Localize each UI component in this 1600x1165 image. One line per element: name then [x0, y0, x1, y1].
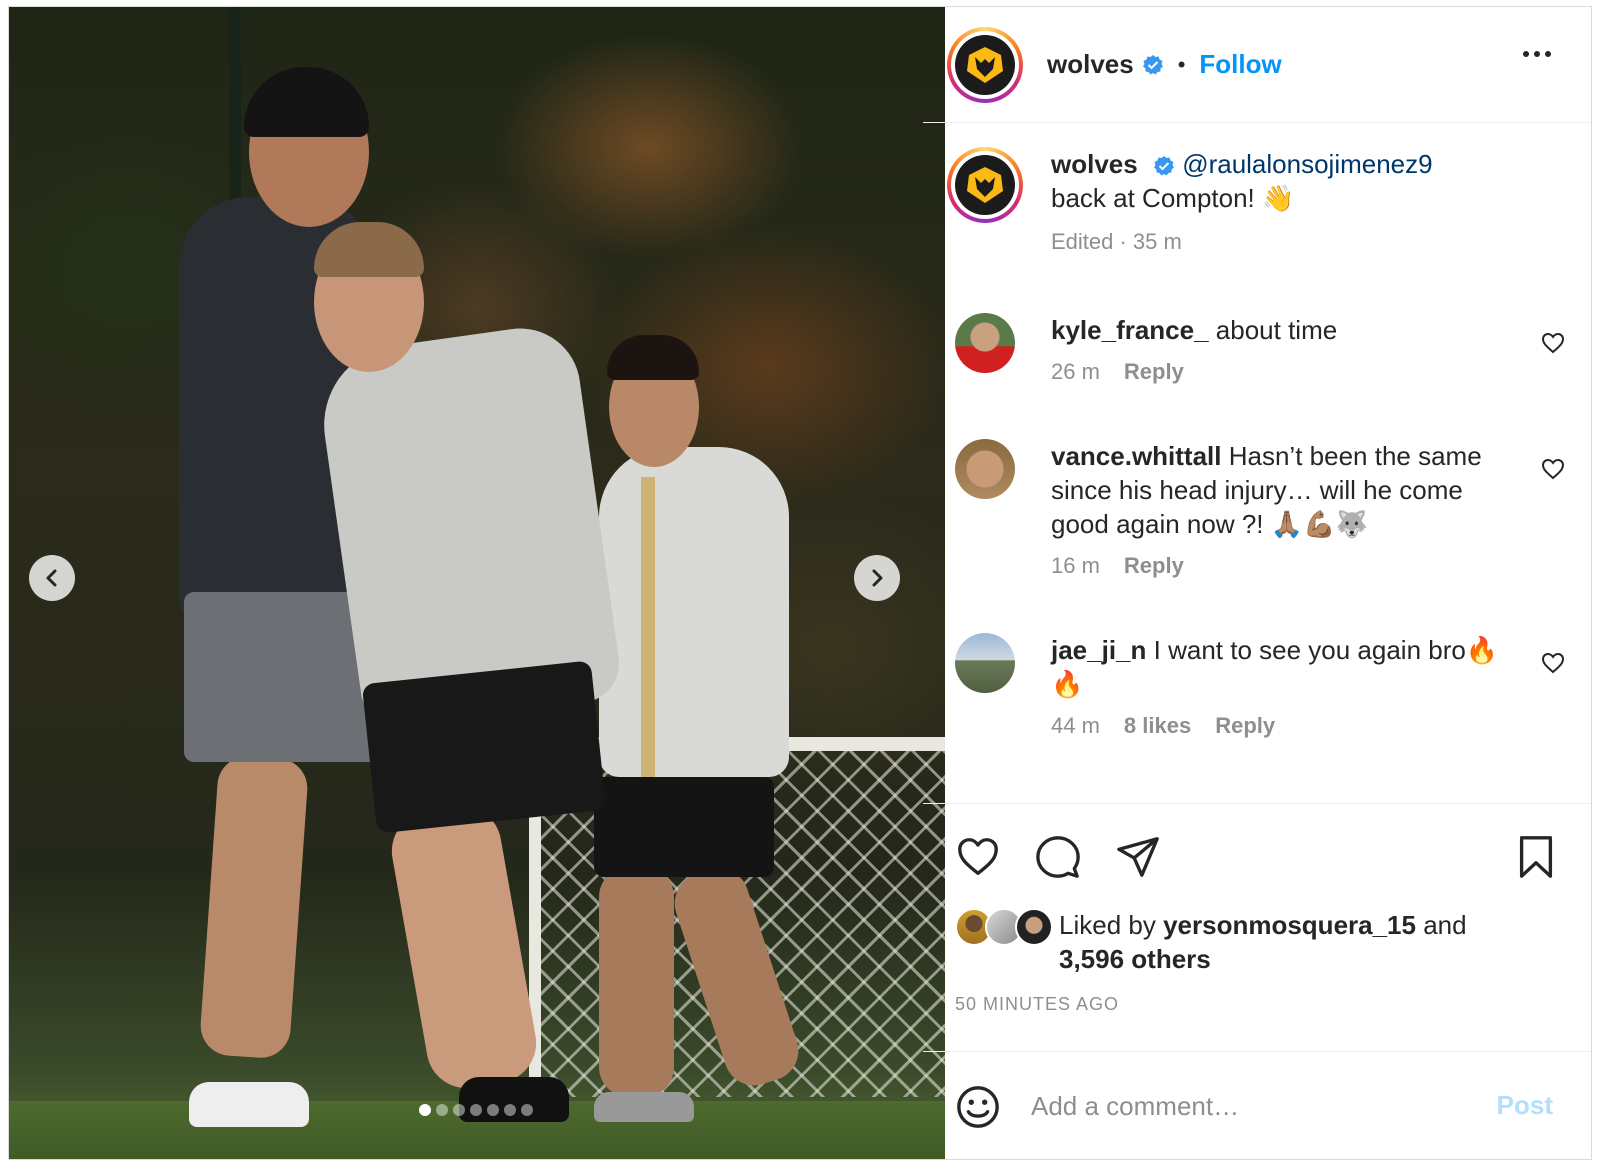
follow-button[interactable]: Follow	[1199, 49, 1281, 80]
header-username[interactable]: wolves	[1047, 49, 1134, 80]
wolves-logo-icon	[955, 34, 1015, 95]
post-details-panel: wolves • Follow wolves @raulalonsojimene…	[923, 7, 1591, 1159]
comment-time: 16 m	[1051, 553, 1100, 578]
carousel-dot	[453, 1104, 465, 1116]
comment-likes-count[interactable]: 8 likes	[1124, 713, 1191, 739]
caption-avatar[interactable]	[947, 147, 1023, 223]
heart-icon[interactable]	[1541, 331, 1565, 355]
liked-by-username[interactable]: yersonmosquera_15	[1163, 910, 1416, 940]
comment-username[interactable]: vance.whittall	[1051, 441, 1222, 471]
avatar[interactable]	[955, 439, 1015, 499]
caption-username[interactable]: wolves	[1051, 149, 1138, 179]
post-modal: wolves • Follow wolves @raulalonsojimene…	[8, 6, 1592, 1160]
carousel-dot	[487, 1104, 499, 1116]
bookmark-icon[interactable]	[1513, 834, 1559, 880]
post-comment-button[interactable]: Post	[1497, 1090, 1553, 1121]
comment-time: 26 m	[1051, 359, 1100, 384]
carousel-dot	[504, 1104, 516, 1116]
add-comment-bar: Post	[923, 1051, 1591, 1159]
liked-by-prefix: Liked by	[1059, 910, 1156, 940]
reply-button[interactable]: Reply	[1124, 359, 1184, 385]
avatar[interactable]	[947, 26, 1023, 103]
avatar[interactable]	[955, 313, 1015, 373]
more-dot-icon	[1523, 51, 1529, 57]
avatar[interactable]	[955, 633, 1015, 693]
share-paper-plane-icon[interactable]	[1115, 834, 1161, 880]
post-photo[interactable]	[9, 7, 945, 1159]
comment-item: vance.whittall Hasn’t been the same sinc…	[955, 439, 1575, 579]
caption-mention-link[interactable]: @raulalonsojimenez9	[1182, 149, 1432, 179]
post-header: wolves • Follow	[923, 7, 1591, 123]
carousel-dot	[521, 1104, 533, 1116]
comment-item: kyle_france_ about time 26 m Reply	[955, 313, 1575, 385]
comment-time: 44 m	[1051, 713, 1100, 738]
caption-meta: Edited · 35 m	[1051, 229, 1182, 254]
more-options-button[interactable]	[1523, 51, 1551, 57]
comment-text: about time	[1215, 315, 1338, 345]
like-heart-icon[interactable]	[955, 834, 1001, 880]
caption-text: back at Compton! 👋	[1051, 183, 1295, 213]
heart-icon[interactable]	[1541, 651, 1565, 675]
liked-by: Liked by yersonmosquera_15 and 3,596 oth…	[955, 908, 1519, 976]
chevron-left-icon	[46, 569, 57, 587]
carousel-indicator	[419, 1104, 533, 1116]
player-right	[599, 447, 789, 777]
carousel-dot	[470, 1104, 482, 1116]
comment-input[interactable]	[1031, 1091, 1451, 1122]
liked-by-and: and	[1423, 910, 1467, 940]
carousel-next-button[interactable]	[854, 555, 900, 601]
carousel-dot	[419, 1104, 431, 1116]
comment-username[interactable]: kyle_france_	[1051, 315, 1209, 345]
verified-badge-icon	[1153, 156, 1174, 176]
likes-count-link[interactable]: 3,596 others	[1059, 944, 1211, 974]
comment-bubble-icon[interactable]	[1035, 834, 1081, 880]
post-actions: Liked by yersonmosquera_15 and 3,596 oth…	[923, 803, 1591, 1051]
heart-icon[interactable]	[1541, 457, 1565, 481]
verified-badge-icon	[1142, 54, 1163, 74]
post-timestamp: 50 MINUTES AGO	[955, 994, 1120, 1014]
header-separator: •	[1177, 51, 1186, 77]
comment-username[interactable]: jae_ji_n	[1051, 635, 1146, 665]
reply-button[interactable]: Reply	[1124, 553, 1184, 579]
carousel-dot	[436, 1104, 448, 1116]
reply-button[interactable]: Reply	[1215, 713, 1275, 739]
emoji-smiley-icon[interactable]	[955, 1084, 1001, 1130]
chevron-right-icon	[872, 569, 883, 587]
comment-item: jae_ji_n I want to see you again bro🔥🔥 4…	[955, 633, 1575, 739]
post-caption: wolves @raulalonsojimenez9 back at Compt…	[947, 147, 1567, 259]
avatar[interactable]	[1015, 908, 1053, 946]
wolves-logo-icon	[955, 155, 1015, 215]
carousel-prev-button[interactable]	[29, 555, 75, 601]
